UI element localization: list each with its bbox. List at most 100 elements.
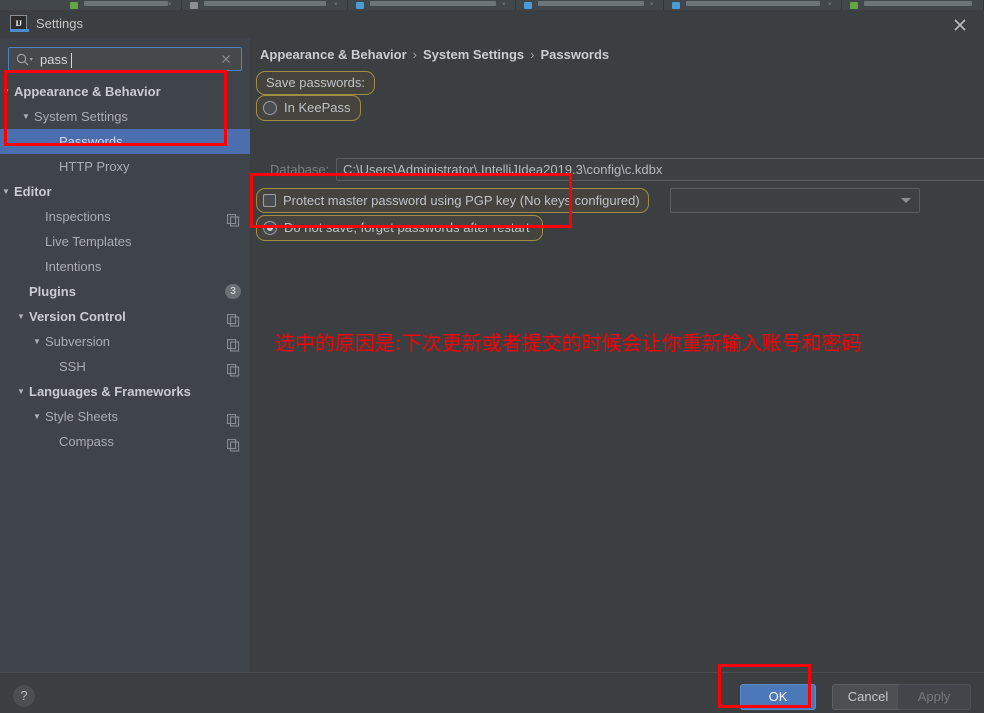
text-caret [71,53,72,68]
tab-title [370,1,496,6]
tab-close-icon[interactable]: × [650,2,655,8]
settings-main-panel: Appearance & Behavior › System Settings › Pa… [250,38,984,672]
chevron-down-icon[interactable]: ▼ [0,179,12,204]
database-path-input[interactable]: C:\Users\Administrator\.IntelliJIdea2019… [336,158,984,181]
clear-icon[interactable] [219,52,235,68]
breadcrumb-separator: › [412,47,418,62]
tab-favicon [190,2,198,9]
annotation-text: 选中的原因是:下次更新或者提交的时候会让你重新输入账号和密码 [275,331,862,355]
search-container: pass [8,47,242,71]
tab-title [686,1,820,6]
sidebar-item-label: Style Sheets [45,409,118,424]
sidebar-item-intentions[interactable]: Intentions [0,254,250,279]
sidebar-item-version-control[interactable]: ▼ Version Control [0,304,250,329]
breadcrumb-item-system-settings[interactable]: System Settings [423,47,524,62]
radio-do-not-save[interactable]: Do not save, forget passwords after rest… [256,215,543,241]
tab-favicon [70,2,78,9]
sidebar-item-compass[interactable]: Compass [0,429,250,454]
copy-icon[interactable] [227,335,240,352]
search-input[interactable]: pass [8,47,242,71]
radio-in-keepass[interactable]: In KeePass [256,95,361,121]
settings-tree: ▼ Appearance & Behavior ▼ System Settings Pa… [0,79,250,454]
radio-indicator [263,101,277,115]
sidebar-item-label: Compass [59,434,114,449]
chevron-down-icon[interactable]: ▼ [15,304,27,329]
tab-close-icon[interactable]: × [502,2,507,8]
sidebar-item-label: Live Templates [45,234,132,249]
window-title: Settings [36,16,83,31]
sidebar-item-live-templates[interactable]: Live Templates [0,229,250,254]
tab-favicon [356,2,364,9]
sidebar-item-label: Languages & Frameworks [29,384,191,399]
sidebar-item-style-sheets[interactable]: ▼ Style Sheets [0,404,250,429]
sidebar-item-label: Inspections [45,209,111,224]
dialog-button-bar: ? OK Cancel Apply [0,672,984,713]
chevron-down-icon[interactable]: ▼ [31,329,43,354]
breadcrumb-item-appearance[interactable]: Appearance & Behavior [260,47,407,62]
search-icon [16,53,34,66]
database-row: Database: C:\Users\Administrator\.Intell… [250,158,984,182]
breadcrumb: Appearance & Behavior › System Settings › Pa… [260,46,609,64]
close-icon[interactable] [948,14,972,36]
sidebar-item-label: Intentions [45,259,102,274]
tab-favicon [524,2,532,9]
sidebar-item-badge: 3 [225,284,241,299]
chevron-down-icon[interactable]: ▼ [0,79,12,104]
copy-icon[interactable] [227,360,240,377]
browser-tab-strip: × × × × × [0,0,984,10]
search-value: pass [40,52,68,67]
copy-icon[interactable] [227,210,240,227]
apply-button: Apply [897,684,971,710]
tab-favicon [672,2,680,9]
copy-icon[interactable] [227,435,240,452]
tab-close-icon[interactable]: × [334,2,339,8]
sidebar-item-label: Editor [14,184,52,199]
database-path-value: C:\Users\Administrator\.IntelliJIdea2019… [343,162,663,177]
settings-window-root: × × × × × IJ Settings pass ▼ Appearance … [0,0,984,713]
sidebar-item-plugins[interactable]: Plugins 3 [0,279,250,304]
tab-title [538,1,644,6]
checkbox-protect-master-password[interactable]: Protect master password using PGP key (N… [256,188,649,213]
intellij-logo-icon: IJ [10,15,29,32]
sidebar-item-system-settings[interactable]: ▼ System Settings [0,104,250,129]
sidebar-item-label: Plugins [29,284,76,299]
sidebar-item-appearance-behavior[interactable]: ▼ Appearance & Behavior [0,79,250,104]
radio-do-not-save-label: Do not save, forget passwords after rest… [284,220,530,235]
settings-sidebar: pass ▼ Appearance & Behavior ▼ System Setti… [0,38,250,672]
sidebar-item-languages-frameworks[interactable]: ▼ Languages & Frameworks [0,379,250,404]
tab-close-icon[interactable]: × [828,2,833,8]
chevron-down-icon[interactable]: ▼ [31,404,43,429]
sidebar-item-label: HTTP Proxy [59,159,130,174]
checkbox-protect-master-password-label: Protect master password using PGP key (N… [283,193,640,208]
tab-favicon [850,2,858,9]
breadcrumb-separator: › [530,47,535,62]
sidebar-item-label: Version Control [29,309,126,324]
breadcrumb-item-passwords: Passwords [540,47,610,62]
radio-indicator-selected [263,221,277,235]
tab-close-icon[interactable]: × [168,2,173,8]
sidebar-item-ssh[interactable]: SSH [0,354,250,379]
sidebar-item-label: SSH [59,359,86,374]
title-bar: IJ Settings [0,10,984,38]
database-label: Database: [270,162,330,177]
sidebar-item-subversion[interactable]: ▼ Subversion [0,329,250,354]
copy-icon[interactable] [227,410,240,427]
chevron-down-icon [901,198,911,203]
sidebar-item-passwords[interactable]: Passwords [0,129,250,154]
sidebar-item-label: Subversion [45,334,111,349]
sidebar-item-http-proxy[interactable]: HTTP Proxy [0,154,250,179]
chevron-down-icon[interactable]: ▼ [15,379,27,404]
pgp-key-select[interactable] [670,188,920,213]
settings-dialog: IJ Settings pass ▼ Appearance & Behavior… [0,10,984,713]
sidebar-item-inspections[interactable]: Inspections [0,204,250,229]
tab-title [84,1,168,6]
copy-icon[interactable] [227,310,240,327]
cancel-button[interactable]: Cancel [832,684,904,710]
sidebar-item-label: Passwords [59,134,123,149]
ok-button[interactable]: OK [740,684,816,710]
checkbox-indicator [263,194,276,207]
sidebar-item-editor[interactable]: ▼ Editor [0,179,250,204]
chevron-down-icon[interactable]: ▼ [20,104,32,129]
sidebar-item-label: Appearance & Behavior [14,84,161,99]
help-icon[interactable]: ? [13,685,35,707]
